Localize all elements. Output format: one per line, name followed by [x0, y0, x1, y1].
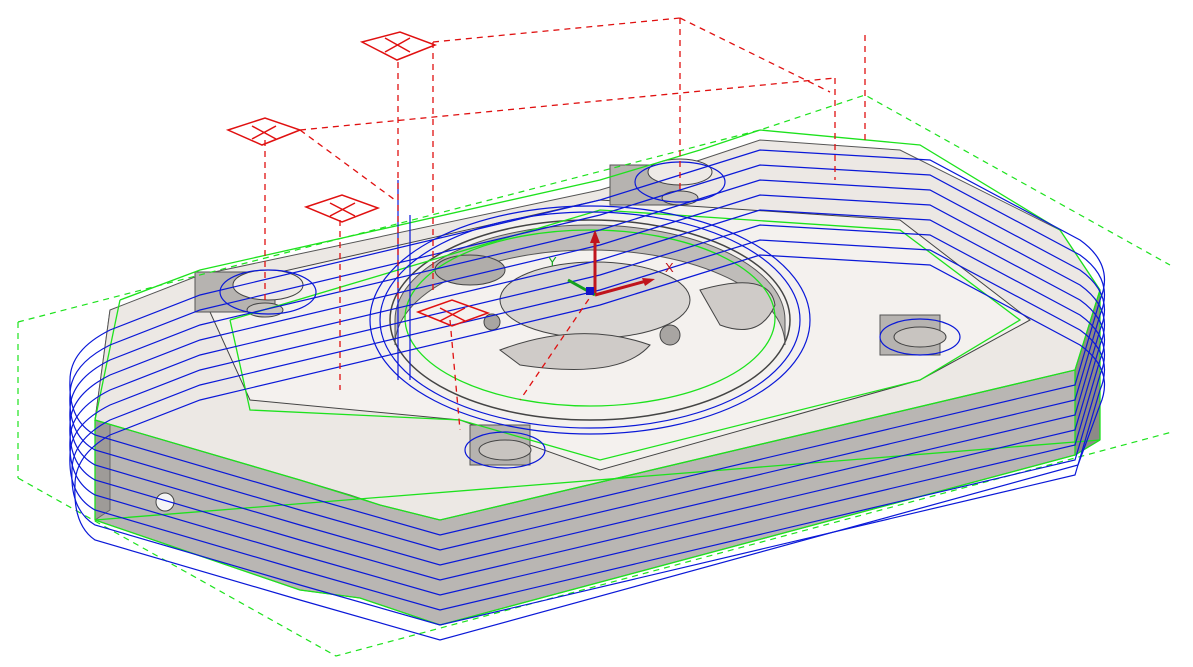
triad-x-label: X [665, 260, 674, 275]
plunge-marker-2 [225, 117, 303, 146]
graphics-viewport[interactable]: X Y [0, 0, 1193, 667]
triad-origin [586, 287, 594, 295]
cam-scene[interactable]: X Y [0, 0, 1193, 667]
boss-top [609, 158, 713, 206]
rapid-move-1 [432, 17, 681, 43]
part-model-icon[interactable] [94, 139, 1101, 626]
small-hole-1 [659, 324, 681, 346]
rapid-move-3 [299, 77, 836, 131]
plunge-marker-1 [359, 31, 438, 61]
rapid-move-11 [299, 129, 396, 201]
plunge-marker-3 [303, 194, 381, 223]
triad-y-label: Y [548, 254, 557, 269]
